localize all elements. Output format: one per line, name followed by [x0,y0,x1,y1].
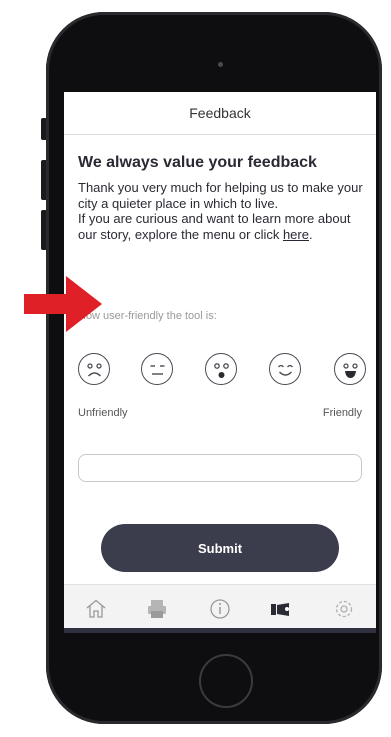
story-paragraph: If you are curious and want to learn mor… [78,211,368,242]
neutral-face-icon[interactable] [205,353,237,385]
gear-icon [335,600,353,618]
story-text-end: . [308,226,313,242]
story-link[interactable]: here [283,227,309,242]
tab-info[interactable] [208,597,232,621]
tab-print[interactable] [145,597,169,621]
red-arrow-annotation [24,276,102,332]
very-unfriendly-face-icon[interactable] [78,353,110,385]
tab-settings[interactable] [332,597,356,621]
front-camera [218,62,223,67]
feedback-heading: We always value your feedback [78,154,317,171]
intro-paragraph: Thank you very much for helping us to ma… [78,180,363,211]
printer-icon [148,600,166,618]
very-friendly-face-icon[interactable] [334,353,366,385]
intro-text: Thank you very much for helping us to ma… [78,180,368,242]
submit-button[interactable]: Submit [101,524,339,572]
tab-bar [64,584,376,633]
tab-home[interactable] [84,597,108,621]
tab-bar-bottom-strip [64,628,376,633]
scale-label-unfriendly: Unfriendly [78,407,128,419]
feedback-icon [271,603,289,616]
friendly-face-icon[interactable] [269,353,301,385]
phone-home-button[interactable] [199,654,253,708]
rating-faces [78,353,368,387]
app-screen: Feedback We always value your feedback T… [64,92,376,633]
comment-field[interactable] [78,454,362,482]
submit-label: Submit [197,540,243,556]
nav-header: Feedback [64,92,376,135]
tab-feedback[interactable] [269,597,293,621]
home-icon [86,599,106,618]
scale-label-friendly: Friendly [322,407,362,419]
info-icon [210,599,230,619]
page-title: Feedback [189,105,251,121]
unfriendly-face-icon[interactable] [141,353,173,385]
